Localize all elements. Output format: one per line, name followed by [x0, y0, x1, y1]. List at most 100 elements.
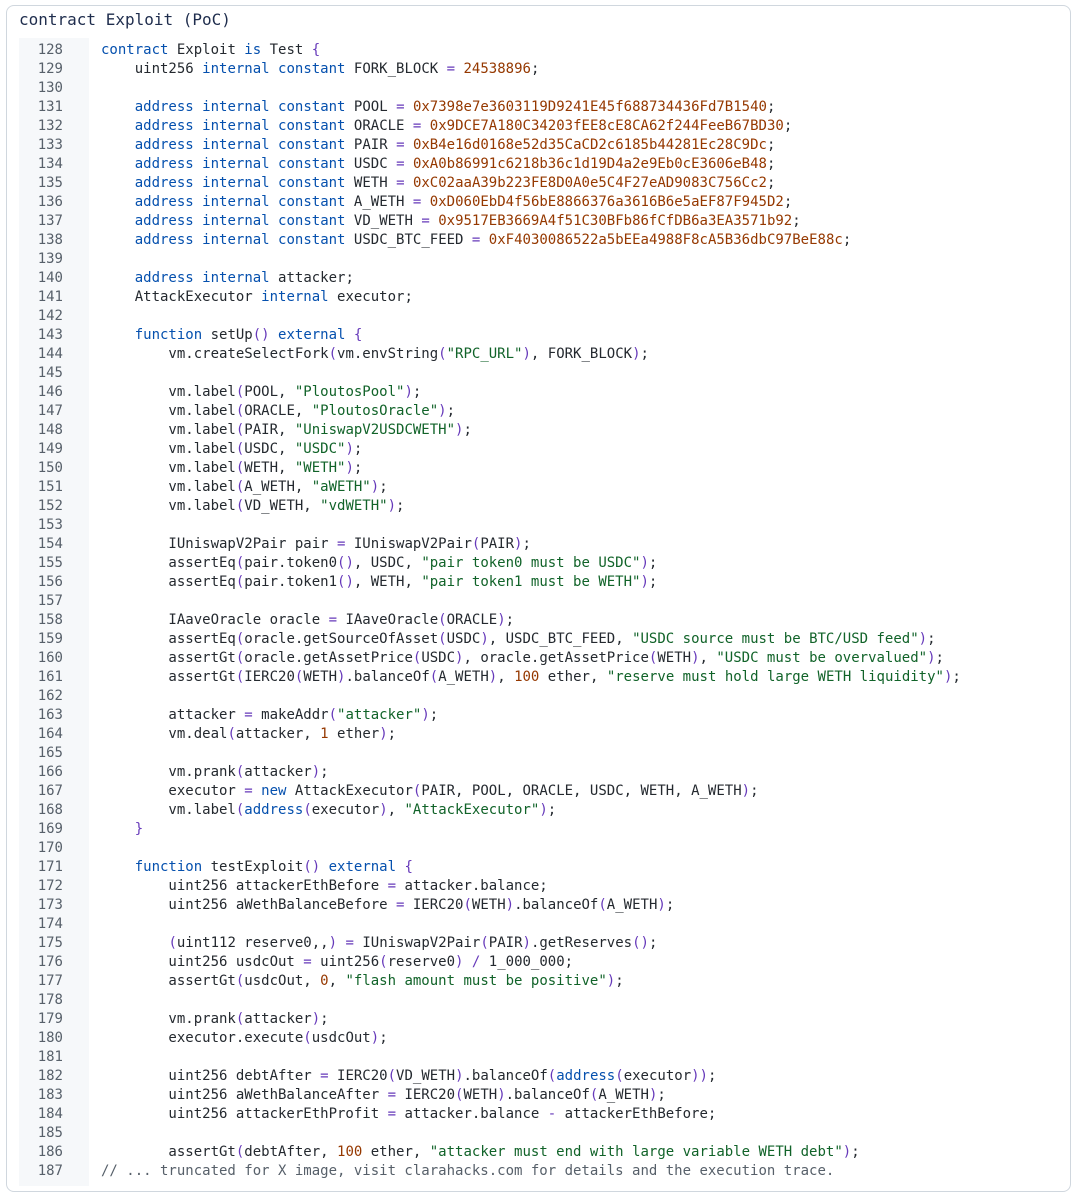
code-token-punct: { — [311, 42, 321, 58]
code-token-kw: constant — [278, 99, 346, 115]
code-line: 131 address internal constant POOL = 0x7… — [19, 98, 1065, 117]
code-token-plain: ; — [387, 726, 397, 742]
code-token-kw: new — [261, 783, 287, 799]
code-token-punct: () — [337, 555, 354, 571]
code-token-punct: ) — [497, 612, 506, 628]
code-token-plain: ORACLE — [345, 118, 413, 134]
line-source: address internal constant POOL = 0x7398e… — [101, 98, 776, 117]
code-token-punct: = — [396, 156, 405, 172]
code-token-str: "attacker" — [337, 707, 422, 723]
code-line: 140 address internal attacker; — [19, 269, 1065, 288]
code-line: 156 assertEq(pair.token1(), WETH, "pair … — [19, 573, 1065, 592]
code-token-plain: attacker.balance — [396, 1106, 548, 1122]
line-number: 140 — [37, 270, 63, 286]
code-token-punct: = — [396, 137, 405, 153]
code-token-plain: AttackExecutor — [101, 289, 262, 305]
line-number: 129 — [37, 61, 63, 77]
code-token-num: 0xB4e16d0168e52d35CaCD2c6185b44281Ec28C9… — [412, 137, 767, 153]
code-token-plain: ; — [320, 764, 329, 780]
code-line: 185 — [19, 1124, 1065, 1143]
code-token-plain: uint256 aWethBalanceBefore — [101, 897, 397, 913]
code-token-punct: ) — [455, 1068, 464, 1084]
code-token-str: "reserve must hold large WETH liquidity" — [606, 669, 944, 685]
code-token-plain: debtAfter, — [244, 1144, 338, 1160]
code-token-num: 0xD060EbD4f56bE8866376a3616B6e5aEF87F945… — [429, 194, 784, 210]
code-token-punct: ) — [497, 1087, 506, 1103]
code-token-punct: ) — [370, 479, 380, 495]
code-token-plain: ; — [505, 612, 515, 628]
line-number: 171 — [37, 859, 63, 875]
line-source: executor.execute(usdcOut); — [101, 1029, 388, 1048]
code-token-punct: ) — [404, 384, 413, 400]
code-token-plain: usdcOut, — [244, 973, 321, 989]
line-number: 128 — [37, 42, 63, 58]
line-number: 149 — [37, 441, 63, 457]
code-token-plain: .balanceOf — [514, 897, 599, 913]
code-line: 137 address internal constant VD_WETH = … — [19, 212, 1065, 231]
line-number: 143 — [37, 327, 63, 343]
line-source: uint256 attackerEthProfit = attacker.bal… — [101, 1105, 716, 1124]
code-token-punct: = — [446, 61, 456, 77]
code-token-str: "PloutosOracle" — [311, 403, 439, 419]
line-number: 148 — [37, 422, 63, 438]
code-token-plain: PAIR, POOL, ORACLE, USDC, WETH, A_WETH — [421, 783, 742, 799]
code-token-kw: address — [134, 232, 194, 248]
code-token-punct: = — [303, 954, 312, 970]
line-source: function setUp() external { — [101, 326, 363, 345]
code-token-plain: IUniswapV2Pair — [345, 536, 472, 552]
code-token-plain: ; — [412, 384, 422, 400]
line-number: 179 — [37, 1011, 63, 1027]
line-source: assertGt(debtAfter, 100 ether, "attacker… — [101, 1143, 859, 1162]
code-token-punct: ) — [421, 707, 430, 723]
code-line: 157 — [19, 592, 1065, 611]
code-token-num: 0xC02aaA39b223FE8D0A0e5C4F27eAD9083C756C… — [412, 175, 767, 191]
code-token-plain: ether, — [539, 669, 607, 685]
code-token-punct: = — [244, 783, 253, 799]
code-line: 168 vm.label(address(executor), "AttackE… — [19, 801, 1065, 820]
line-number: 159 — [37, 631, 63, 647]
code-token-num: 0x9DCE7A180C34203fEE8cE8CA62f244FeeB67BD… — [429, 118, 784, 134]
code-line: 164 vm.deal(attacker, 1 ether); — [19, 725, 1065, 744]
code-token-plain: uint256 — [311, 954, 380, 970]
code-token-plain: attacker — [244, 764, 312, 780]
code-token-plain: assertGt — [101, 669, 236, 685]
code-line: 133 address internal constant PAIR = 0xB… — [19, 136, 1065, 155]
line-source: assertEq(oracle.getSourceOfAsset(USDC), … — [101, 630, 935, 649]
code-line: 187 // ... truncated for X image, visit c… — [19, 1162, 1065, 1181]
code-token-punct: ( — [598, 897, 607, 913]
code-token-plain: ; — [379, 1030, 388, 1046]
code-token-plain: executor — [623, 1068, 692, 1084]
line-number: 164 — [37, 726, 63, 742]
code-line: 147 vm.label(ORACLE, "PloutosOracle"); — [19, 402, 1065, 421]
line-number: 170 — [37, 840, 63, 856]
code-token-str: "USDC" — [294, 441, 346, 457]
code-token-punct: ) — [522, 935, 531, 951]
line-source: // ... truncated for X image, visit clar… — [101, 1162, 834, 1181]
line-number: 182 — [37, 1068, 63, 1084]
line-number: 152 — [37, 498, 63, 514]
line-source: executor = new AttackExecutor(PAIR, POOL… — [101, 782, 758, 801]
code-line: 150 vm.label(WETH, "WETH"); — [19, 459, 1065, 478]
code-token-plain: ; — [766, 137, 776, 153]
code-line: 130 — [19, 79, 1065, 98]
line-source: vm.label(WETH, "WETH"); — [101, 459, 362, 478]
line-number: 167 — [37, 783, 63, 799]
code-token-plain: ; — [783, 118, 793, 134]
code-token-plain: IAaveOracle — [337, 612, 439, 628]
line-number: 147 — [37, 403, 63, 419]
line-source: uint256 usdcOut = uint256(reserve0) / 1_… — [101, 953, 573, 972]
code-token-punct: ) — [741, 783, 751, 799]
code-token-str: "WETH" — [294, 460, 346, 476]
line-number: 154 — [37, 536, 63, 552]
line-number: 184 — [37, 1106, 63, 1122]
